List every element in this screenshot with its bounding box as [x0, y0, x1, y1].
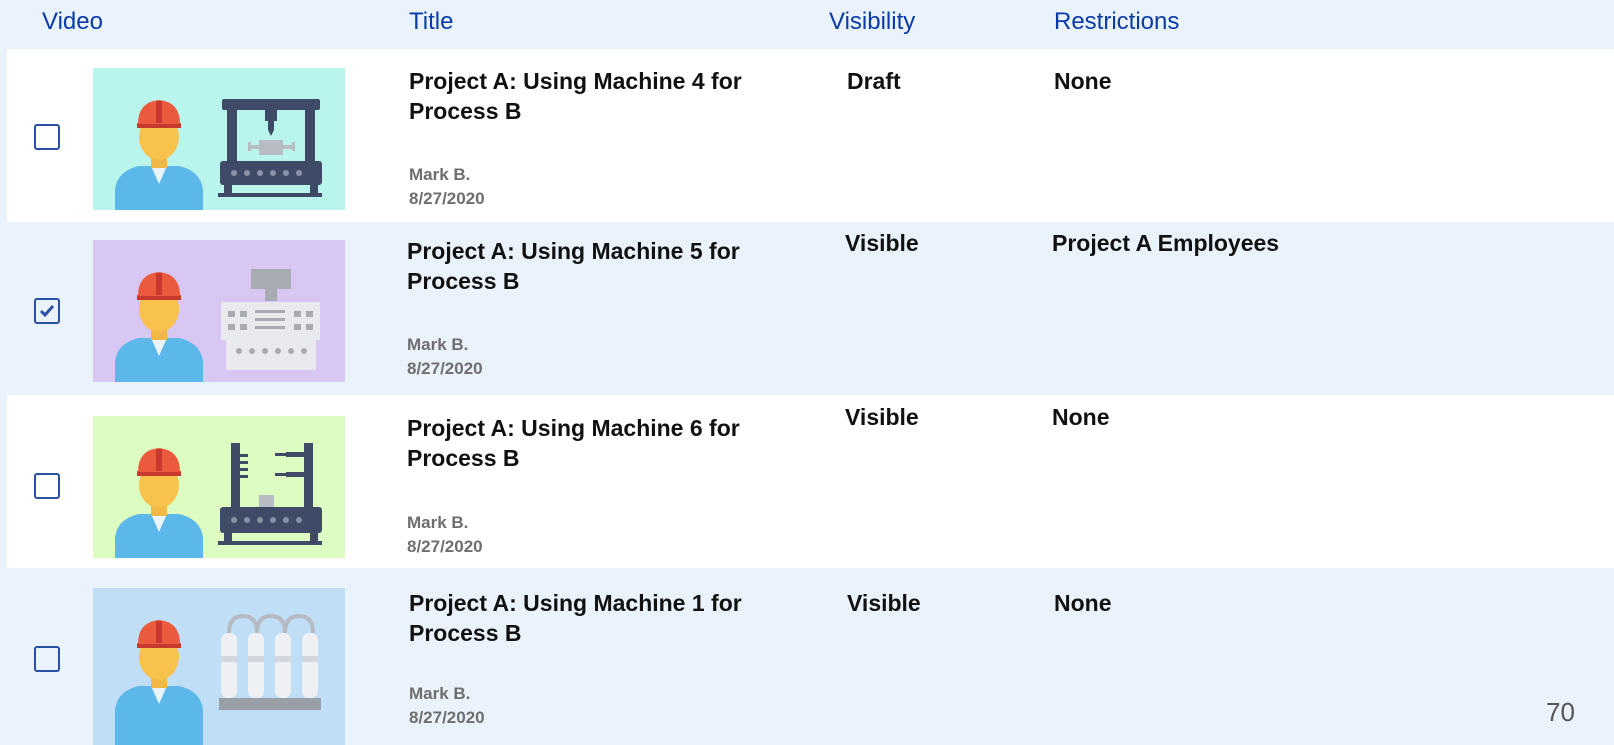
visibility-status[interactable]: Draft	[847, 67, 901, 95]
workpiece-icon	[259, 495, 274, 507]
header-title[interactable]: Title	[409, 8, 453, 36]
video-date: 8/27/2020	[409, 189, 485, 208]
video-author: Mark B.	[407, 335, 469, 354]
video-thumbnail[interactable]	[93, 240, 345, 382]
control-panel-machine-icon	[93, 240, 345, 382]
table-header: Video Title Visibility Restrictions	[0, 0, 1614, 49]
cylinder-base-icon	[219, 698, 321, 710]
video-date: 8/27/2020	[407, 359, 483, 378]
video-thumbnail[interactable]	[93, 416, 345, 558]
video-title[interactable]: Project A: Using Machine 5 for Process B	[407, 236, 787, 296]
video-thumbnail[interactable]	[93, 588, 345, 745]
video-title[interactable]: Project A: Using Machine 4 for Process B	[409, 66, 789, 126]
row-checkbox-checked[interactable]	[34, 298, 60, 324]
video-title[interactable]: Project A: Using Machine 6 for Process B	[407, 413, 787, 473]
video-author: Mark B.	[409, 165, 471, 184]
video-author: Mark B.	[407, 513, 469, 532]
header-video[interactable]: Video	[42, 8, 103, 36]
visibility-status[interactable]: Visible	[845, 229, 919, 257]
page-number: 70	[1546, 697, 1575, 727]
restrictions-value[interactable]: None	[1054, 67, 1112, 95]
restrictions-value[interactable]: None	[1054, 589, 1112, 617]
header-visibility[interactable]: Visibility	[829, 8, 915, 36]
table-row[interactable]: Project A: Using Machine 5 for Process B…	[7, 222, 1614, 395]
video-thumbnail[interactable]	[93, 68, 345, 210]
visibility-status[interactable]: Visible	[845, 403, 919, 431]
visibility-status[interactable]: Visible	[847, 589, 921, 617]
table-row[interactable]: Project A: Using Machine 1 for Process B…	[7, 568, 1614, 745]
header-restrictions[interactable]: Restrictions	[1054, 8, 1179, 36]
drill-press-machine-icon	[93, 68, 345, 210]
row-checkbox[interactable]	[34, 473, 60, 499]
gas-cylinders-icon	[93, 588, 345, 745]
restrictions-value[interactable]: None	[1052, 403, 1110, 431]
press-machine-icon	[93, 416, 345, 558]
row-checkbox[interactable]	[34, 646, 60, 672]
table-row[interactable]: Project A: Using Machine 4 for Process B…	[7, 49, 1614, 222]
table-row[interactable]: Project A: Using Machine 6 for Process B…	[7, 395, 1614, 568]
restrictions-value[interactable]: Project A Employees	[1052, 229, 1279, 257]
checkmark-icon	[39, 305, 55, 318]
row-checkbox[interactable]	[34, 124, 60, 150]
video-author: Mark B.	[409, 684, 471, 703]
video-date: 8/27/2020	[407, 537, 483, 556]
video-title[interactable]: Project A: Using Machine 1 for Process B	[409, 588, 789, 648]
video-date: 8/27/2020	[409, 708, 485, 727]
